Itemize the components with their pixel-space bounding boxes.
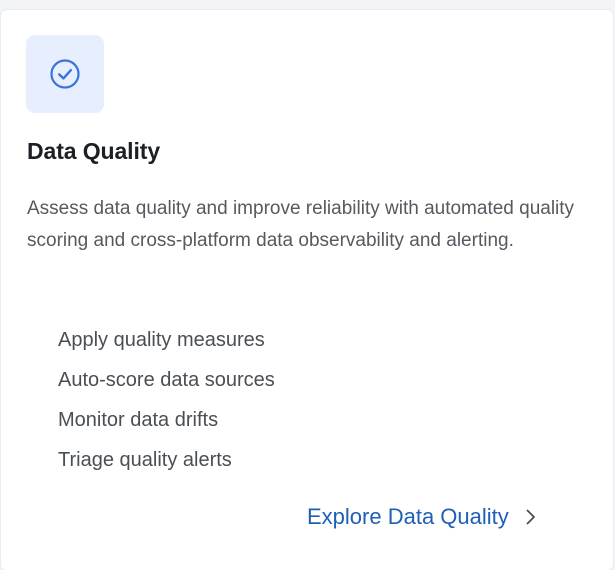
card-description: Assess data quality and improve reliabil… xyxy=(27,198,575,251)
check-circle-icon xyxy=(48,57,82,91)
explore-data-quality-link[interactable]: Explore Data Quality xyxy=(307,504,537,530)
data-quality-card: Data Quality Assess data quality and imp… xyxy=(1,10,613,570)
feature-item: Apply quality measures xyxy=(58,329,265,351)
feature-list: Apply quality measures Auto-score data s… xyxy=(58,320,275,480)
feature-item: Triage quality alerts xyxy=(58,449,232,471)
feature-item: Auto-score data sources xyxy=(58,369,275,391)
chevron-right-icon xyxy=(525,508,537,526)
explore-link-label: Explore Data Quality xyxy=(307,504,509,529)
card-title: Data Quality xyxy=(27,138,161,164)
feature-item: Monitor data drifts xyxy=(58,409,219,431)
icon-tile xyxy=(26,35,104,113)
